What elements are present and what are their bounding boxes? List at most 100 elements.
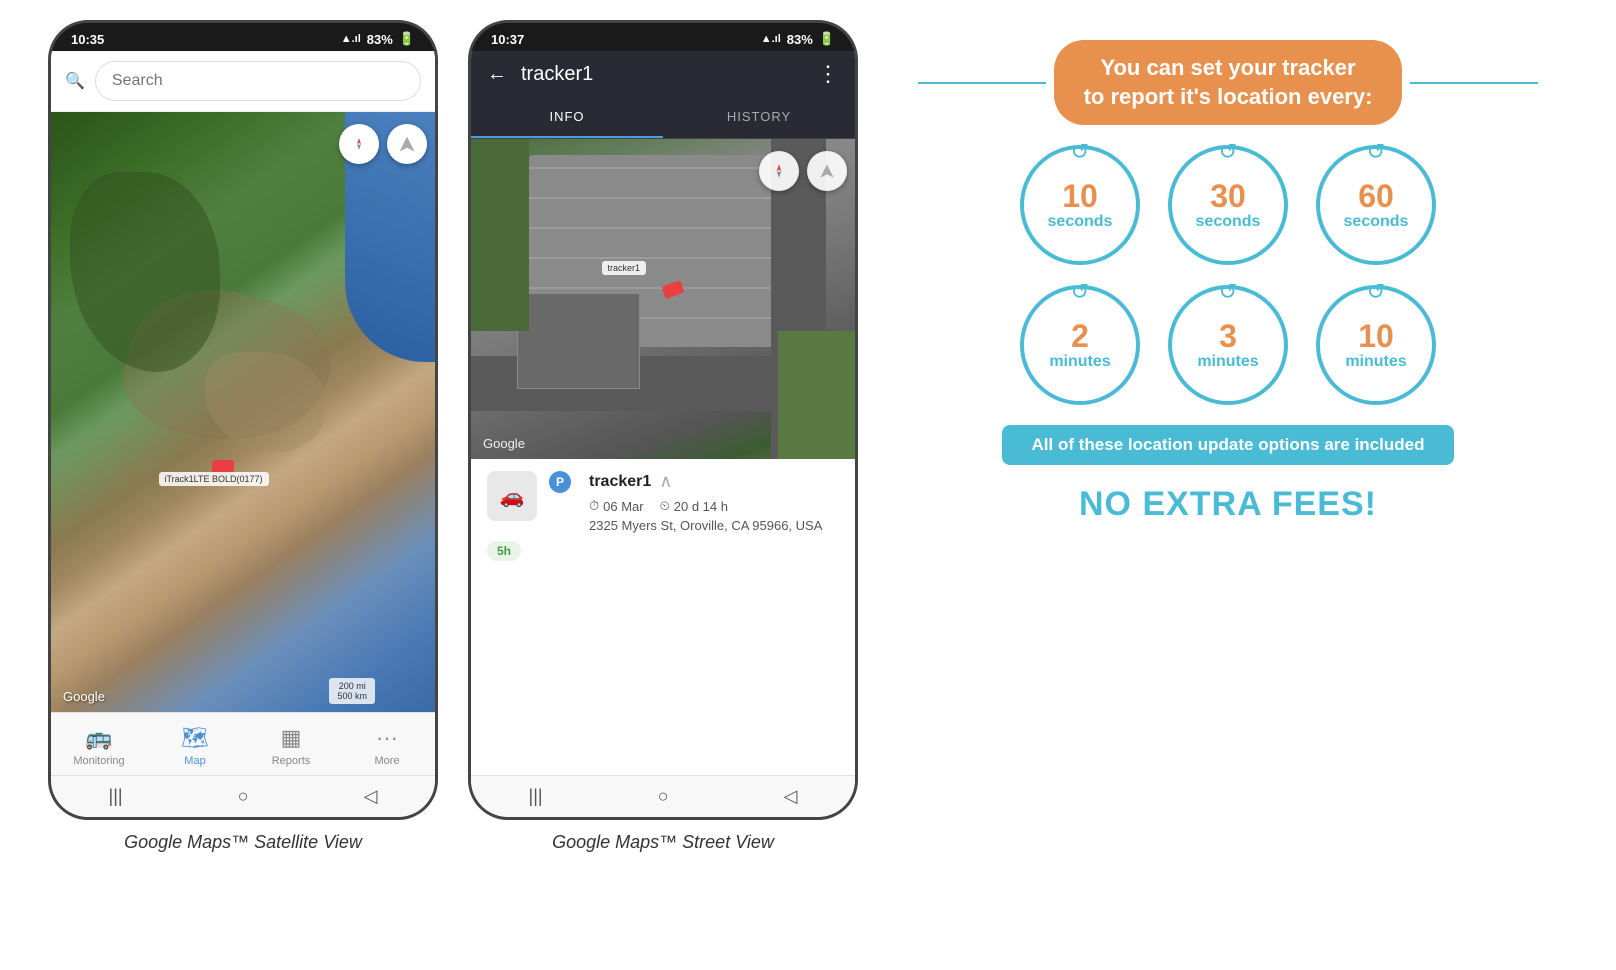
android-back2[interactable]: |||	[529, 786, 543, 807]
navigate-icon	[398, 135, 416, 153]
circle-3min: ↺ 3 minutes	[1168, 285, 1288, 405]
compass-button2[interactable]	[759, 151, 799, 191]
bottom-nav: 🚌 Monitoring 🗺 Map ▦ Reports ··· More	[51, 712, 435, 775]
nav-map[interactable]: 🗺 Map	[147, 721, 243, 771]
circle-60sec: ↺ 60 seconds	[1316, 145, 1436, 265]
tracker-info-panel: 🚗 P tracker1 ∧ ⏱ 06 Mar	[471, 459, 855, 775]
time-num-4: 2	[1071, 320, 1089, 352]
aerial-map[interactable]: tracker1 Google	[471, 139, 855, 459]
nav-monitoring[interactable]: 🚌 Monitoring	[51, 721, 147, 771]
monitoring-icon: 🚌	[85, 725, 112, 751]
phone1-status-right: ▲.ıl 83% 🔋	[341, 31, 415, 47]
monitoring-label: Monitoring	[73, 755, 124, 767]
duration-icon: ⏲	[660, 498, 670, 514]
no-extra-fees: NO EXTRA FEES!	[1079, 485, 1377, 524]
tracker-address: 2325 Myers St, Oroville, CA 95966, USA	[589, 518, 839, 533]
more-icon: ···	[376, 725, 398, 751]
infographic-panel: You can set your trackerto report it's l…	[888, 20, 1568, 544]
time-unit-1: seconds	[1048, 212, 1113, 231]
scroll-indicator: ∧	[659, 471, 672, 492]
android-recents[interactable]: ◁	[364, 786, 378, 807]
android-nav-bar: ||| ○ ◁	[51, 775, 435, 817]
satellite-map[interactable]: iTrack1LTE BOLD(0177) Google 200 mi 500 …	[51, 112, 435, 712]
navigate-button[interactable]	[387, 124, 427, 164]
app-title: tracker1	[521, 63, 803, 86]
circle-arrow-4: ↺	[1071, 279, 1089, 305]
circle-arrow-2: ↺	[1219, 139, 1237, 165]
android-back[interactable]: |||	[109, 786, 123, 807]
time-unit-3: seconds	[1344, 212, 1409, 231]
time-num-6: 10	[1358, 320, 1394, 352]
search-icon: 🔍	[65, 71, 85, 91]
phone2-caption: Google Maps™ Street View	[552, 832, 774, 853]
green-area2	[778, 331, 855, 459]
clock-icon: ⏱	[589, 498, 599, 514]
tracker-label: iTrack1LTE BOLD(0177)	[159, 472, 269, 486]
navigate-button2[interactable]	[807, 151, 847, 191]
app-header: ← tracker1 ⋮	[471, 51, 855, 97]
search-input[interactable]	[95, 61, 421, 101]
phone2: 10:37 ▲.ıl 83% 🔋 ← tracker1 ⋮ INFO HISTO…	[468, 20, 858, 820]
google-logo: Google	[63, 689, 105, 704]
compass-icon2	[771, 163, 787, 179]
android-nav-bar2: ||| ○ ◁	[471, 775, 855, 817]
android-recents2[interactable]: ◁	[784, 786, 798, 807]
phone2-status-bar: 10:37 ▲.ıl 83% 🔋	[471, 23, 855, 51]
time-unit-6: minutes	[1345, 352, 1406, 371]
phone1-status-bar: 10:35 ▲.ıl 83% 🔋	[51, 23, 435, 51]
reports-icon: ▦	[281, 725, 302, 751]
phone1-battery-icon: 🔋	[399, 31, 415, 47]
back-button[interactable]: ←	[487, 63, 507, 86]
navigate-icon2	[819, 163, 835, 179]
circle-10min: ↺ 10 minutes	[1316, 285, 1436, 405]
more-label: More	[374, 755, 399, 767]
circle-30sec: ↺ 30 seconds	[1168, 145, 1288, 265]
tabs-row: INFO HISTORY	[471, 97, 855, 139]
map-icon: 🗺	[181, 725, 209, 751]
time-unit-2: seconds	[1196, 212, 1261, 231]
phone2-battery-icon: 🔋	[819, 31, 835, 47]
tracker-thumbnail: 🚗	[487, 471, 537, 521]
tracker-name: tracker1	[589, 473, 651, 491]
compass-button[interactable]	[339, 124, 379, 164]
tab-info[interactable]: INFO	[471, 97, 663, 138]
android-home2[interactable]: ○	[658, 786, 669, 807]
building	[517, 293, 640, 389]
compass-icon	[352, 137, 366, 151]
tracker-p-badge: P	[549, 471, 571, 493]
phone2-content: ← tracker1 ⋮ INFO HISTORY	[471, 51, 855, 817]
nav-reports[interactable]: ▦ Reports	[243, 721, 339, 771]
phone2-signal-icon: ▲.ıl	[761, 33, 781, 45]
circle-arrow-1: ↺	[1071, 139, 1089, 165]
time-num-1: 10	[1062, 180, 1098, 212]
headline-wrapper: You can set your trackerto report it's l…	[918, 40, 1538, 125]
circle-10sec: ↺ 10 seconds	[1020, 145, 1140, 265]
menu-button[interactable]: ⋮	[817, 61, 839, 87]
time-unit-4: minutes	[1049, 352, 1110, 371]
phone1: 10:35 ▲.ıl 83% 🔋 🔍	[48, 20, 438, 820]
scale-bar: 200 mi 500 km	[329, 678, 375, 704]
nav-more[interactable]: ··· More	[339, 721, 435, 771]
android-home[interactable]: ○	[238, 786, 249, 807]
time-num-3: 60	[1358, 180, 1394, 212]
search-bar: 🔍	[51, 51, 435, 112]
tracker-name-row: tracker1 ∧	[589, 471, 839, 492]
time-num-5: 3	[1219, 320, 1237, 352]
tab-history[interactable]: HISTORY	[663, 97, 855, 138]
phone1-time: 10:35	[71, 32, 104, 47]
circle-2min: ↺ 2 minutes	[1020, 285, 1140, 405]
headline-text: You can set your trackerto report it's l…	[1084, 55, 1373, 109]
phone2-battery: 83%	[787, 32, 813, 47]
phone2-wrapper: 10:37 ▲.ıl 83% 🔋 ← tracker1 ⋮ INFO HISTO…	[468, 20, 858, 853]
tracker-info-header: 🚗 P tracker1 ∧ ⏱ 06 Mar	[487, 471, 839, 533]
green-area	[471, 139, 529, 331]
phone1-content: 🔍	[51, 51, 435, 817]
phone2-status-right: ▲.ıl 83% 🔋	[761, 31, 835, 47]
phone1-caption: Google Maps™ Satellite View	[124, 832, 362, 853]
reports-label: Reports	[272, 755, 311, 767]
footer-banner: All of these location update options are…	[1002, 425, 1455, 465]
time-num-2: 30	[1210, 180, 1246, 212]
map-label: Map	[184, 755, 205, 767]
circle-arrow-3: ↺	[1367, 139, 1385, 165]
tracker-date: 06 Mar	[603, 499, 643, 514]
